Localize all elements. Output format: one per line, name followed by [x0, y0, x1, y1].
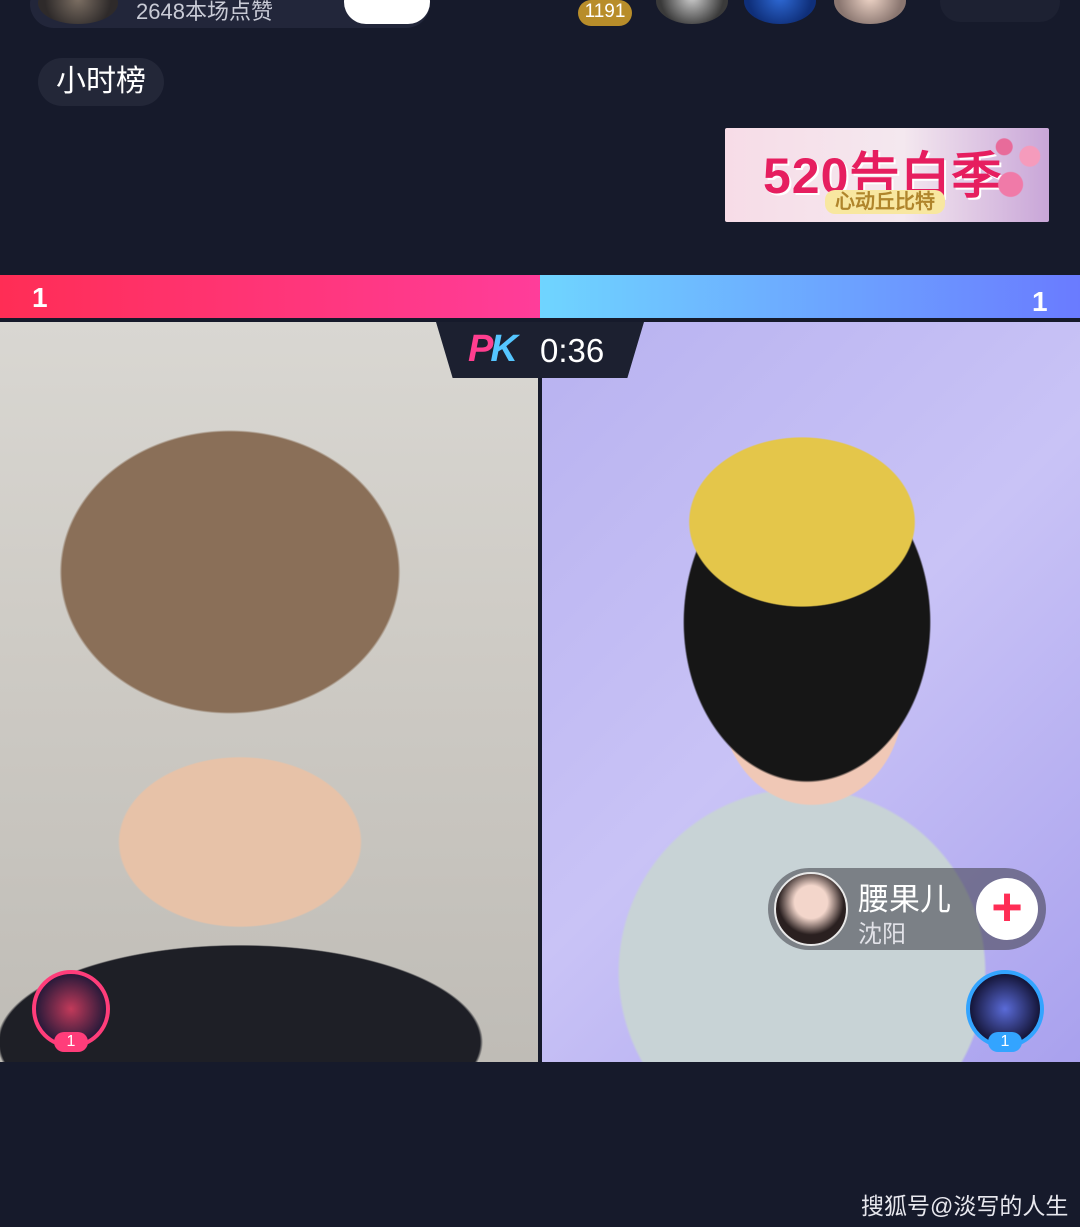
right-contributor-rank-badge: 1: [988, 1032, 1022, 1052]
viewer-avatar[interactable]: [834, 0, 906, 24]
opponent-city: 沈阳: [858, 921, 906, 948]
follow-opponent-button[interactable]: +: [976, 878, 1038, 940]
pk-right-score: 1: [1032, 286, 1048, 317]
hour-rank-button[interactable]: 小时榜: [38, 58, 164, 106]
viewer-avatar[interactable]: [744, 0, 816, 24]
pk-countdown: 0:36: [540, 332, 605, 369]
event-banner-subtitle: 心动丘比特: [825, 190, 945, 214]
pk-score-bar-right: [540, 275, 1080, 318]
left-contributor-rank-badge: 1: [54, 1032, 88, 1052]
viewer-avatar[interactable]: [656, 0, 728, 24]
event-banner[interactable]: 520告白季 心动丘比特: [725, 128, 1049, 222]
viewer-count-pill[interactable]: [940, 0, 1060, 22]
follow-host-button[interactable]: [344, 0, 430, 24]
coin-count-badge: 1191: [578, 0, 632, 26]
pk-score-bar-left: [0, 275, 540, 318]
pk-logo-icon: PK: [468, 328, 518, 370]
source-watermark: 搜狐号@淡写的人生: [861, 1193, 1069, 1219]
opponent-avatar[interactable]: [774, 872, 848, 946]
pk-left-score: 1: [32, 282, 48, 313]
opponent-video-stream[interactable]: [542, 322, 1080, 1062]
host-likes-count: 2648本场点赞: [136, 0, 273, 24]
opponent-name: 腰果儿: [858, 882, 951, 917]
host-video-stream[interactable]: [0, 322, 538, 1062]
flower-decoration-icon: [985, 128, 1049, 222]
